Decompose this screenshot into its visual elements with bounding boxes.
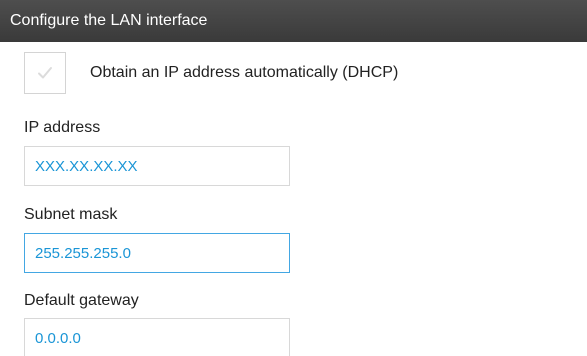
default-gateway-label: Default gateway bbox=[24, 292, 139, 309]
subnet-mask-label: Subnet mask bbox=[24, 206, 118, 223]
page-title: Configure the LAN interface bbox=[10, 12, 208, 29]
dhcp-checkbox[interactable] bbox=[24, 52, 66, 94]
subnet-mask-input[interactable] bbox=[24, 233, 290, 273]
checkmark-icon bbox=[37, 65, 53, 81]
lan-config-panel: Configure the LAN interface Obtain an IP… bbox=[0, 0, 587, 356]
ip-address-label: IP address bbox=[24, 119, 101, 136]
dhcp-label: Obtain an IP address automatically (DHCP… bbox=[90, 64, 399, 81]
header-bar: Configure the LAN interface bbox=[0, 0, 587, 42]
default-gateway-input[interactable] bbox=[24, 318, 290, 356]
ip-address-input[interactable] bbox=[24, 146, 290, 186]
